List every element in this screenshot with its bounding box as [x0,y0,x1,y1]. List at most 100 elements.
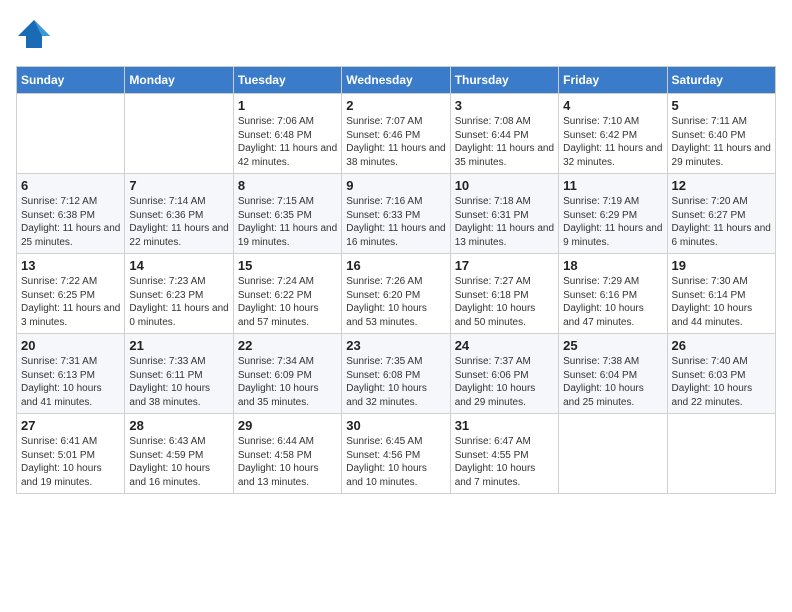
day-number: 8 [238,178,337,193]
daylight-text: Daylight: 10 hours and 22 minutes. [672,382,771,409]
day-number: 7 [129,178,228,193]
calendar-cell: 23Sunrise: 7:35 AMSunset: 6:08 PMDayligh… [342,334,450,414]
sunset-text: Sunset: 4:56 PM [346,449,445,463]
daylight-text: Daylight: 11 hours and 0 minutes. [129,302,228,329]
day-number: 4 [563,98,662,113]
day-number: 15 [238,258,337,273]
daylight-text: Daylight: 10 hours and 7 minutes. [455,462,554,489]
sunset-text: Sunset: 6:11 PM [129,369,228,383]
sunrise-text: Sunrise: 7:23 AM [129,275,228,289]
sunrise-text: Sunrise: 7:10 AM [563,115,662,129]
sunset-text: Sunset: 6:27 PM [672,209,771,223]
sunrise-text: Sunrise: 7:33 AM [129,355,228,369]
sunset-text: Sunset: 6:48 PM [238,129,337,143]
calendar-cell: 5Sunrise: 7:11 AMSunset: 6:40 PMDaylight… [667,94,775,174]
daylight-text: Daylight: 10 hours and 57 minutes. [238,302,337,329]
weekday-header: Sunday [17,67,125,94]
daylight-text: Daylight: 10 hours and 38 minutes. [129,382,228,409]
day-number: 27 [21,418,120,433]
day-number: 28 [129,418,228,433]
daylight-text: Daylight: 10 hours and 44 minutes. [672,302,771,329]
sunrise-text: Sunrise: 7:31 AM [21,355,120,369]
day-number: 22 [238,338,337,353]
calendar-week-row: 27Sunrise: 6:41 AMSunset: 5:01 PMDayligh… [17,414,776,494]
sunrise-text: Sunrise: 7:19 AM [563,195,662,209]
calendar-cell: 21Sunrise: 7:33 AMSunset: 6:11 PMDayligh… [125,334,233,414]
logo-bird-icon [16,16,52,58]
day-number: 9 [346,178,445,193]
day-number: 13 [21,258,120,273]
sunset-text: Sunset: 4:58 PM [238,449,337,463]
sunset-text: Sunset: 6:46 PM [346,129,445,143]
sunrise-text: Sunrise: 7:27 AM [455,275,554,289]
sunset-text: Sunset: 6:03 PM [672,369,771,383]
sunset-text: Sunset: 6:09 PM [238,369,337,383]
daylight-text: Daylight: 11 hours and 29 minutes. [672,142,771,169]
sunrise-text: Sunrise: 7:38 AM [563,355,662,369]
calendar-cell: 19Sunrise: 7:30 AMSunset: 6:14 PMDayligh… [667,254,775,334]
day-number: 16 [346,258,445,273]
calendar-cell: 27Sunrise: 6:41 AMSunset: 5:01 PMDayligh… [17,414,125,494]
weekday-header: Monday [125,67,233,94]
calendar-cell: 10 Sunrise: 7:18 AMSunset: 6:31 PMDayligh… [450,174,558,254]
calendar-week-row: 20Sunrise: 7:31 AMSunset: 6:13 PMDayligh… [17,334,776,414]
calendar-cell: 1Sunrise: 7:06 AMSunset: 6:48 PMDaylight… [233,94,341,174]
daylight-text: Daylight: 11 hours and 13 minutes. [455,222,554,249]
day-number: 20 [21,338,120,353]
day-number: 23 [346,338,445,353]
daylight-text: Daylight: 11 hours and 32 minutes. [563,142,662,169]
calendar-cell [667,414,775,494]
sunrise-text: Sunrise: 7:35 AM [346,355,445,369]
sunrise-text: Sunrise: 7:40 AM [672,355,771,369]
calendar-cell: 14Sunrise: 7:23 AMSunset: 6:23 PMDayligh… [125,254,233,334]
calendar-cell: 7Sunrise: 7:14 AMSunset: 6:36 PMDaylight… [125,174,233,254]
sunset-text: Sunset: 6:42 PM [563,129,662,143]
day-number: 10 [455,178,554,193]
day-number: 14 [129,258,228,273]
calendar-cell: 9Sunrise: 7:16 AMSunset: 6:33 PMDaylight… [342,174,450,254]
sunset-text: Sunset: 6:14 PM [672,289,771,303]
daylight-text: Daylight: 11 hours and 38 minutes. [346,142,445,169]
sunrise-text: Sunrise: 7:18 AM [455,195,554,209]
day-number: 30 [346,418,445,433]
calendar-cell: 17Sunrise: 7:27 AMSunset: 6:18 PMDayligh… [450,254,558,334]
weekday-header: Thursday [450,67,558,94]
day-number: 11 [563,178,662,193]
calendar-cell: 15Sunrise: 7:24 AMSunset: 6:22 PMDayligh… [233,254,341,334]
daylight-text: Daylight: 10 hours and 10 minutes. [346,462,445,489]
page-header [16,16,776,58]
sunset-text: Sunset: 6:36 PM [129,209,228,223]
sunrise-text: Sunrise: 6:43 AM [129,435,228,449]
calendar-cell: 31Sunrise: 6:47 AMSunset: 4:55 PMDayligh… [450,414,558,494]
day-number: 29 [238,418,337,433]
calendar-cell: 2Sunrise: 7:07 AMSunset: 6:46 PMDaylight… [342,94,450,174]
daylight-text: Daylight: 11 hours and 3 minutes. [21,302,120,329]
weekday-header: Friday [559,67,667,94]
calendar-cell: 29Sunrise: 6:44 AMSunset: 4:58 PMDayligh… [233,414,341,494]
calendar-week-row: 1Sunrise: 7:06 AMSunset: 6:48 PMDaylight… [17,94,776,174]
daylight-text: Daylight: 10 hours and 53 minutes. [346,302,445,329]
sunrise-text: Sunrise: 7:24 AM [238,275,337,289]
sunrise-text: Sunrise: 7:11 AM [672,115,771,129]
day-number: 5 [672,98,771,113]
sunset-text: Sunset: 6:18 PM [455,289,554,303]
sunrise-text: Sunrise: 7:26 AM [346,275,445,289]
daylight-text: Daylight: 10 hours and 50 minutes. [455,302,554,329]
day-number: 12 [672,178,771,193]
daylight-text: Daylight: 10 hours and 25 minutes. [563,382,662,409]
day-number: 25 [563,338,662,353]
sunset-text: Sunset: 6:16 PM [563,289,662,303]
sunset-text: Sunset: 6:33 PM [346,209,445,223]
daylight-text: Daylight: 11 hours and 22 minutes. [129,222,228,249]
sunrise-text: Sunrise: 7:20 AM [672,195,771,209]
calendar-cell: 8Sunrise: 7:15 AMSunset: 6:35 PMDaylight… [233,174,341,254]
daylight-text: Daylight: 10 hours and 13 minutes. [238,462,337,489]
daylight-text: Daylight: 10 hours and 32 minutes. [346,382,445,409]
day-number: 2 [346,98,445,113]
sunset-text: Sunset: 6:31 PM [455,209,554,223]
logo [16,16,54,58]
weekday-header: Saturday [667,67,775,94]
sunrise-text: Sunrise: 7:34 AM [238,355,337,369]
sunrise-text: Sunrise: 7:37 AM [455,355,554,369]
calendar-week-row: 13Sunrise: 7:22 AMSunset: 6:25 PMDayligh… [17,254,776,334]
